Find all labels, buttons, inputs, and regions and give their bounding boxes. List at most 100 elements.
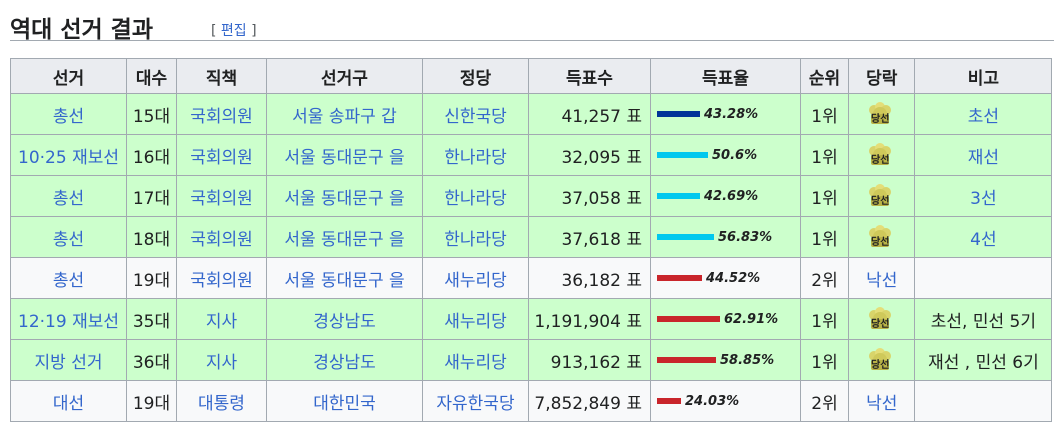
- section-title: 역대 선거 결과: [10, 17, 153, 43]
- votes-cell: 32,095 표: [528, 134, 651, 176]
- district-cell[interactable]: 경상남도: [266, 298, 423, 340]
- header-term: 대수: [126, 58, 177, 94]
- rank-cell: 2위: [800, 380, 849, 422]
- note-cell[interactable]: 초선: [914, 93, 1053, 135]
- note-cell[interactable]: 4선: [914, 216, 1053, 258]
- result-label: 당선: [871, 319, 890, 330]
- rate-label: 58.85%: [720, 352, 775, 368]
- party-cell[interactable]: 한나라당: [422, 175, 529, 217]
- district-cell[interactable]: 서울 동대문구 을: [266, 216, 423, 258]
- district-cell[interactable]: 대한민국: [266, 380, 423, 422]
- party-cell[interactable]: 자유한국당: [422, 380, 529, 422]
- rate-label: 62.91%: [724, 311, 779, 327]
- position-cell[interactable]: 국회의원: [176, 93, 267, 135]
- note-cell[interactable]: 재선: [914, 134, 1053, 176]
- election-cell[interactable]: 총선: [10, 216, 127, 258]
- election-cell[interactable]: 10·25 재보선: [10, 134, 127, 176]
- edit-bracket-open: [: [211, 23, 221, 39]
- edit-link[interactable]: 편집: [221, 23, 247, 39]
- position-cell[interactable]: 국회의원: [176, 134, 267, 176]
- rank-cell: 1위: [800, 298, 849, 340]
- rank-cell: 1위: [800, 339, 849, 381]
- header-rank: 순위: [800, 58, 849, 94]
- result-cell: 당선: [847, 175, 916, 217]
- rate-cell: 56.83%: [650, 216, 801, 258]
- rate-cell: 24.03%: [650, 380, 801, 422]
- election-cell[interactable]: 대선: [10, 380, 127, 422]
- section-heading: 역대 선거 결과 [ 편집 ]: [10, 6, 1054, 43]
- district-cell[interactable]: 서울 송파구 갑: [266, 93, 423, 135]
- rate-cell: 43.28%: [650, 93, 801, 135]
- header-row: 선거 대수 직책 선거구 정당 득표수 득표율 순위 당락 비고: [10, 58, 1053, 94]
- table-row: 지방 선거 36대 지사 경상남도 새누리당 913,162 표 58.85% 1위 당선 재선 …: [10, 339, 1053, 381]
- rank-cell: 1위: [800, 216, 849, 258]
- position-cell[interactable]: 지사: [176, 339, 267, 381]
- table-row: 총선 18대 국회의원 서울 동대문구 을 한나라당 37,618 표 56.83% 1위 당선…: [10, 216, 1053, 258]
- note-cell: [914, 257, 1053, 299]
- party-cell[interactable]: 한나라당: [422, 134, 529, 176]
- votes-cell: 41,257 표: [528, 93, 651, 135]
- rank-cell: 1위: [800, 93, 849, 135]
- votes-cell: 37,618 표: [528, 216, 651, 258]
- election-cell[interactable]: 총선: [10, 175, 127, 217]
- election-cell[interactable]: 총선: [10, 93, 127, 135]
- rate-label: 56.83%: [718, 229, 773, 245]
- rank-cell: 2위: [800, 257, 849, 299]
- term-cell: 35대: [126, 298, 177, 340]
- rate-label: 50.6%: [712, 147, 758, 163]
- term-cell: 19대: [126, 380, 177, 422]
- votes-cell: 913,162 표: [528, 339, 651, 381]
- rate-bar: [657, 316, 720, 322]
- rate-bar: [657, 357, 716, 363]
- result-cell: 당선: [847, 298, 916, 340]
- result-cell: 당선: [847, 93, 916, 135]
- position-cell[interactable]: 대통령: [176, 380, 267, 422]
- party-cell[interactable]: 새누리당: [422, 298, 529, 340]
- header-election: 선거: [10, 58, 127, 94]
- rate-cell: 58.85%: [650, 339, 801, 381]
- result-label: 당선: [871, 360, 890, 371]
- header-party: 정당: [422, 58, 529, 94]
- header-position: 직책: [176, 58, 267, 94]
- note-cell: 재선 , 민선 6기: [914, 339, 1053, 381]
- header-district: 선거구: [266, 58, 423, 94]
- term-cell: 19대: [126, 257, 177, 299]
- table-row: 대선 19대 대통령 대한민국 자유한국당 7,852,849 표 24.03% 2위 낙선: [10, 380, 1053, 422]
- district-cell[interactable]: 서울 동대문구 을: [266, 134, 423, 176]
- election-cell[interactable]: 총선: [10, 257, 127, 299]
- rate-bar: [657, 152, 708, 158]
- position-cell[interactable]: 국회의원: [176, 175, 267, 217]
- position-cell[interactable]: 지사: [176, 298, 267, 340]
- party-cell[interactable]: 한나라당: [422, 216, 529, 258]
- party-cell[interactable]: 새누리당: [422, 257, 529, 299]
- rate-cell: 44.52%: [650, 257, 801, 299]
- district-cell[interactable]: 경상남도: [266, 339, 423, 381]
- district-cell[interactable]: 서울 동대문구 을: [266, 257, 423, 299]
- district-cell[interactable]: 서울 동대문구 을: [266, 175, 423, 217]
- rate-bar: [657, 398, 681, 404]
- rate-label: 43.28%: [704, 106, 759, 122]
- result-label: 당선: [871, 114, 890, 125]
- term-cell: 16대: [126, 134, 177, 176]
- result-label: 당선: [871, 196, 890, 207]
- rate-cell: 50.6%: [650, 134, 801, 176]
- edit-bracket-close: ]: [246, 23, 257, 39]
- rate-label: 24.03%: [685, 393, 740, 409]
- rate-bar: [657, 111, 700, 117]
- election-results-table: 선거 대수 직책 선거구 정당 득표수 득표율 순위 당락 비고 총선 15대 국회…: [10, 58, 1053, 422]
- note-cell[interactable]: 3선: [914, 175, 1053, 217]
- rate-bar: [657, 193, 700, 199]
- table-row: 총선 17대 국회의원 서울 동대문구 을 한나라당 37,058 표 42.69% 1위 당선…: [10, 175, 1053, 217]
- header-result: 당락: [847, 58, 916, 94]
- election-cell[interactable]: 지방 선거: [10, 339, 127, 381]
- rank-cell: 1위: [800, 175, 849, 217]
- position-cell[interactable]: 국회의원: [176, 216, 267, 258]
- party-cell[interactable]: 신한국당: [422, 93, 529, 135]
- party-cell[interactable]: 새누리당: [422, 339, 529, 381]
- election-cell[interactable]: 12·19 재보선: [10, 298, 127, 340]
- votes-cell: 36,182 표: [528, 257, 651, 299]
- table-row: 총선 19대 국회의원 서울 동대문구 을 새누리당 36,182 표 44.52% 2위 낙선: [10, 257, 1053, 299]
- term-cell: 15대: [126, 93, 177, 135]
- header-votes: 득표수: [528, 58, 651, 94]
- position-cell[interactable]: 국회의원: [176, 257, 267, 299]
